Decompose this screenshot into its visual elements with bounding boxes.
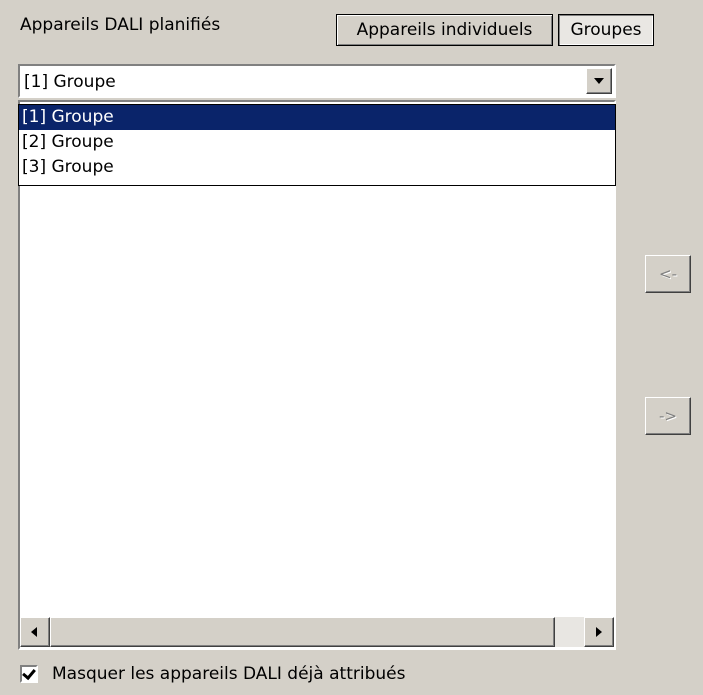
move-right-button[interactable]: -> (645, 397, 691, 435)
groups-toggle[interactable]: Groupes (558, 14, 654, 46)
arrow-left-icon (31, 627, 37, 637)
scroll-right-button[interactable] (584, 617, 614, 647)
group-select-value: [1] Groupe (24, 72, 116, 92)
dropdown-button[interactable] (586, 68, 612, 94)
dropdown-option[interactable]: [3] Groupe (19, 155, 615, 180)
horizontal-scrollbar[interactable] (20, 617, 614, 647)
dropdown-option[interactable]: [2] Groupe (19, 130, 615, 155)
group-dropdown-list: [1] Groupe [2] Groupe [3] Groupe (18, 104, 616, 186)
scroll-left-button[interactable] (20, 617, 50, 647)
move-left-button[interactable]: <- (645, 255, 691, 293)
group-select[interactable]: [1] Groupe (18, 64, 616, 98)
panel-title: Appareils DALI planifiés (20, 15, 221, 35)
arrow-right-icon (596, 627, 602, 637)
individual-devices-toggle[interactable]: Appareils individuels (336, 14, 553, 46)
chevron-down-icon (594, 78, 604, 84)
dropdown-option[interactable]: [1] Groupe (19, 105, 615, 130)
hide-assigned-checkbox[interactable] (20, 665, 38, 683)
checkmark-icon (22, 665, 36, 681)
hide-assigned-label[interactable]: Masquer les appareils DALI déjà attribué… (52, 663, 405, 685)
scroll-thumb[interactable] (50, 617, 555, 647)
